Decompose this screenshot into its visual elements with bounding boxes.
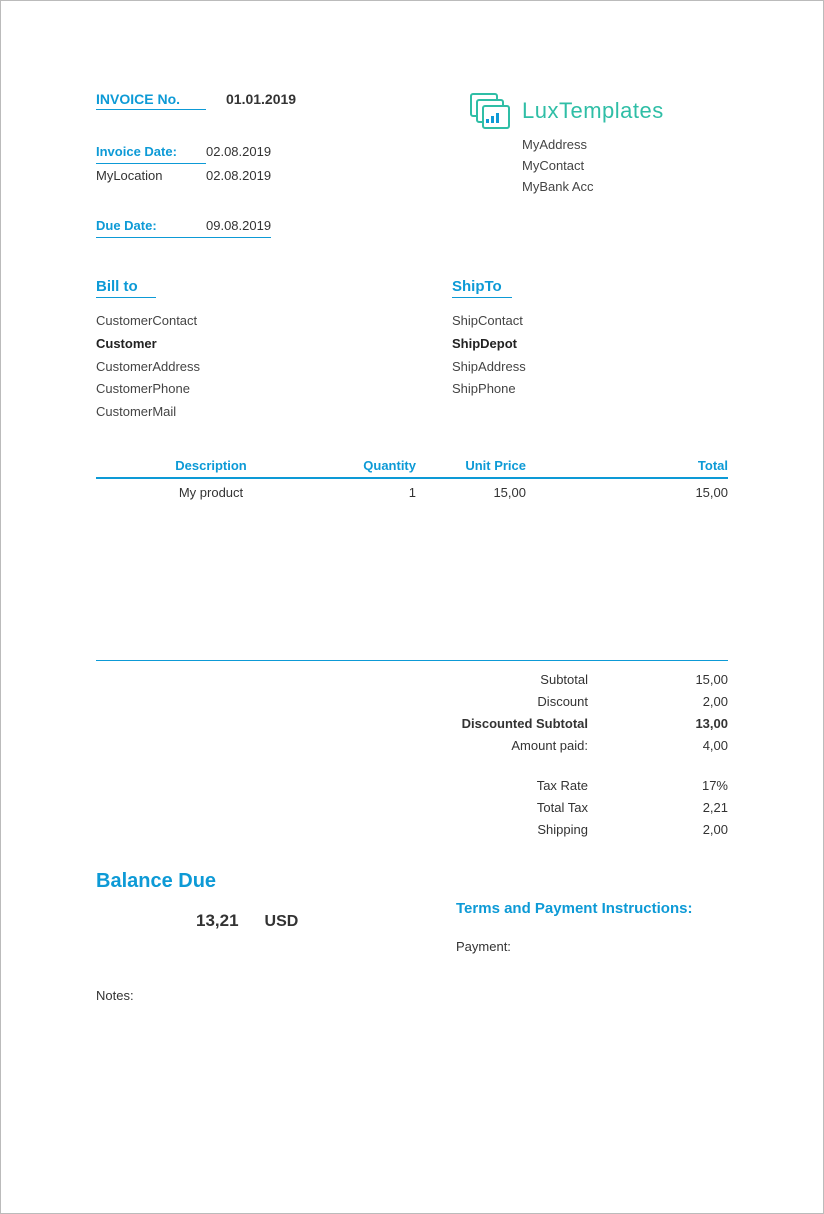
ship-to-phone: ShipPhone — [452, 378, 728, 401]
due-date-label: Due Date: — [96, 214, 206, 238]
balance-amount: 13,21 — [196, 911, 239, 931]
amount-paid-row: Amount paid: 4,00 — [96, 735, 728, 757]
company-address: MyAddress — [522, 135, 728, 156]
ship-to-title: ShipTo — [452, 278, 512, 298]
totals-block: Subtotal 15,00 Discount 2,00 Discounted … — [96, 669, 728, 842]
bottom-row: Balance Due 13,21 USD Terms and Payment … — [96, 870, 728, 954]
totals-separator — [96, 660, 728, 661]
terms-block: Terms and Payment Instructions: Payment: — [456, 870, 728, 954]
parties-row: Bill to CustomerContact Customer Custome… — [96, 278, 728, 424]
line-items-table: Description Quantity Unit Price Total My… — [96, 458, 728, 500]
company-block: LuxTemplates MyAddress MyContact MyBank … — [468, 91, 728, 238]
line-items-header: Description Quantity Unit Price Total — [96, 458, 728, 479]
item-description: My product — [96, 485, 326, 500]
shipping-row: Shipping 2,00 — [96, 819, 728, 841]
bill-to-address: CustomerAddress — [96, 356, 372, 379]
bill-to-mail: CustomerMail — [96, 401, 372, 424]
invoice-number-row: INVOICE No. 01.01.2019 — [96, 91, 376, 110]
invoice-number-value: 01.01.2019 — [226, 91, 296, 107]
brand-row: LuxTemplates — [468, 91, 728, 131]
item-unit-price: 15,00 — [416, 485, 526, 500]
subtotal-row: Subtotal 15,00 — [96, 669, 728, 691]
balance-amount-row: 13,21 USD — [96, 911, 456, 931]
balance-due-block: Balance Due 13,21 USD — [96, 870, 456, 954]
total-tax-value: 2,21 — [608, 797, 728, 819]
amount-paid-label: Amount paid: — [396, 735, 608, 757]
company-bank: MyBank Acc — [522, 177, 728, 198]
subtotal-value: 15,00 — [608, 669, 728, 691]
payment-label: Payment: — [456, 939, 728, 954]
ship-to-address: ShipAddress — [452, 356, 728, 379]
shipping-value: 2,00 — [608, 819, 728, 841]
amount-paid-value: 4,00 — [608, 735, 728, 757]
brand-logo-icon — [468, 91, 514, 131]
location-row: MyLocation 02.08.2019 — [96, 164, 306, 187]
invoice-number-label: INVOICE No. — [96, 91, 206, 110]
company-lines: MyAddress MyContact MyBank Acc — [522, 135, 728, 197]
ship-to-block: ShipTo ShipContact ShipDepot ShipAddress… — [372, 278, 728, 424]
discounted-subtotal-value: 13,00 — [608, 713, 728, 735]
bill-to-title: Bill to — [96, 278, 156, 298]
bill-to-phone: CustomerPhone — [96, 378, 372, 401]
tax-rate-value: 17% — [608, 775, 728, 797]
discount-row: Discount 2,00 — [96, 691, 728, 713]
invoice-meta-table: Invoice Date: 02.08.2019 MyLocation 02.0… — [96, 140, 306, 238]
company-contact: MyContact — [522, 156, 728, 177]
invoice-page: INVOICE No. 01.01.2019 Invoice Date: 02.… — [0, 0, 824, 1214]
balance-due-title: Balance Due — [96, 870, 456, 893]
bill-to-block: Bill to CustomerContact Customer Custome… — [96, 278, 372, 424]
ship-to-name: ShipDepot — [452, 333, 728, 356]
item-quantity: 1 — [326, 485, 416, 500]
terms-title: Terms and Payment Instructions: — [456, 900, 728, 917]
discount-value: 2,00 — [608, 691, 728, 713]
subtotal-label: Subtotal — [396, 669, 608, 691]
balance-currency: USD — [265, 913, 299, 931]
tax-rate-label: Tax Rate — [396, 775, 608, 797]
line-item-row: My product 1 15,00 15,00 — [96, 479, 728, 500]
notes-label: Notes: — [96, 988, 728, 1003]
total-tax-label: Total Tax — [396, 797, 608, 819]
ship-to-contact: ShipContact — [452, 310, 728, 333]
discount-label: Discount — [396, 691, 608, 713]
due-date-value: 09.08.2019 — [206, 214, 271, 238]
due-date-row: Due Date: 09.08.2019 — [96, 214, 306, 238]
location-value: 02.08.2019 — [206, 164, 271, 187]
col-unit-price: Unit Price — [416, 458, 526, 473]
invoice-date-value: 02.08.2019 — [206, 140, 271, 164]
invoice-date-row: Invoice Date: 02.08.2019 — [96, 140, 306, 164]
col-total: Total — [526, 458, 728, 473]
discounted-subtotal-label: Discounted Subtotal — [396, 713, 608, 735]
header-row: INVOICE No. 01.01.2019 Invoice Date: 02.… — [96, 91, 728, 238]
tax-rate-row: Tax Rate 17% — [96, 775, 728, 797]
bill-to-contact: CustomerContact — [96, 310, 372, 333]
brand-name: LuxTemplates — [522, 98, 664, 124]
bill-to-name: Customer — [96, 333, 372, 356]
col-quantity: Quantity — [326, 458, 416, 473]
invoice-date-label: Invoice Date: — [96, 140, 206, 164]
col-description: Description — [96, 458, 326, 473]
shipping-label: Shipping — [396, 819, 608, 841]
item-total: 15,00 — [526, 485, 728, 500]
discounted-subtotal-row: Discounted Subtotal 13,00 — [96, 713, 728, 735]
location-label: MyLocation — [96, 164, 206, 187]
invoice-meta-block: INVOICE No. 01.01.2019 Invoice Date: 02.… — [96, 91, 376, 238]
total-tax-row: Total Tax 2,21 — [96, 797, 728, 819]
